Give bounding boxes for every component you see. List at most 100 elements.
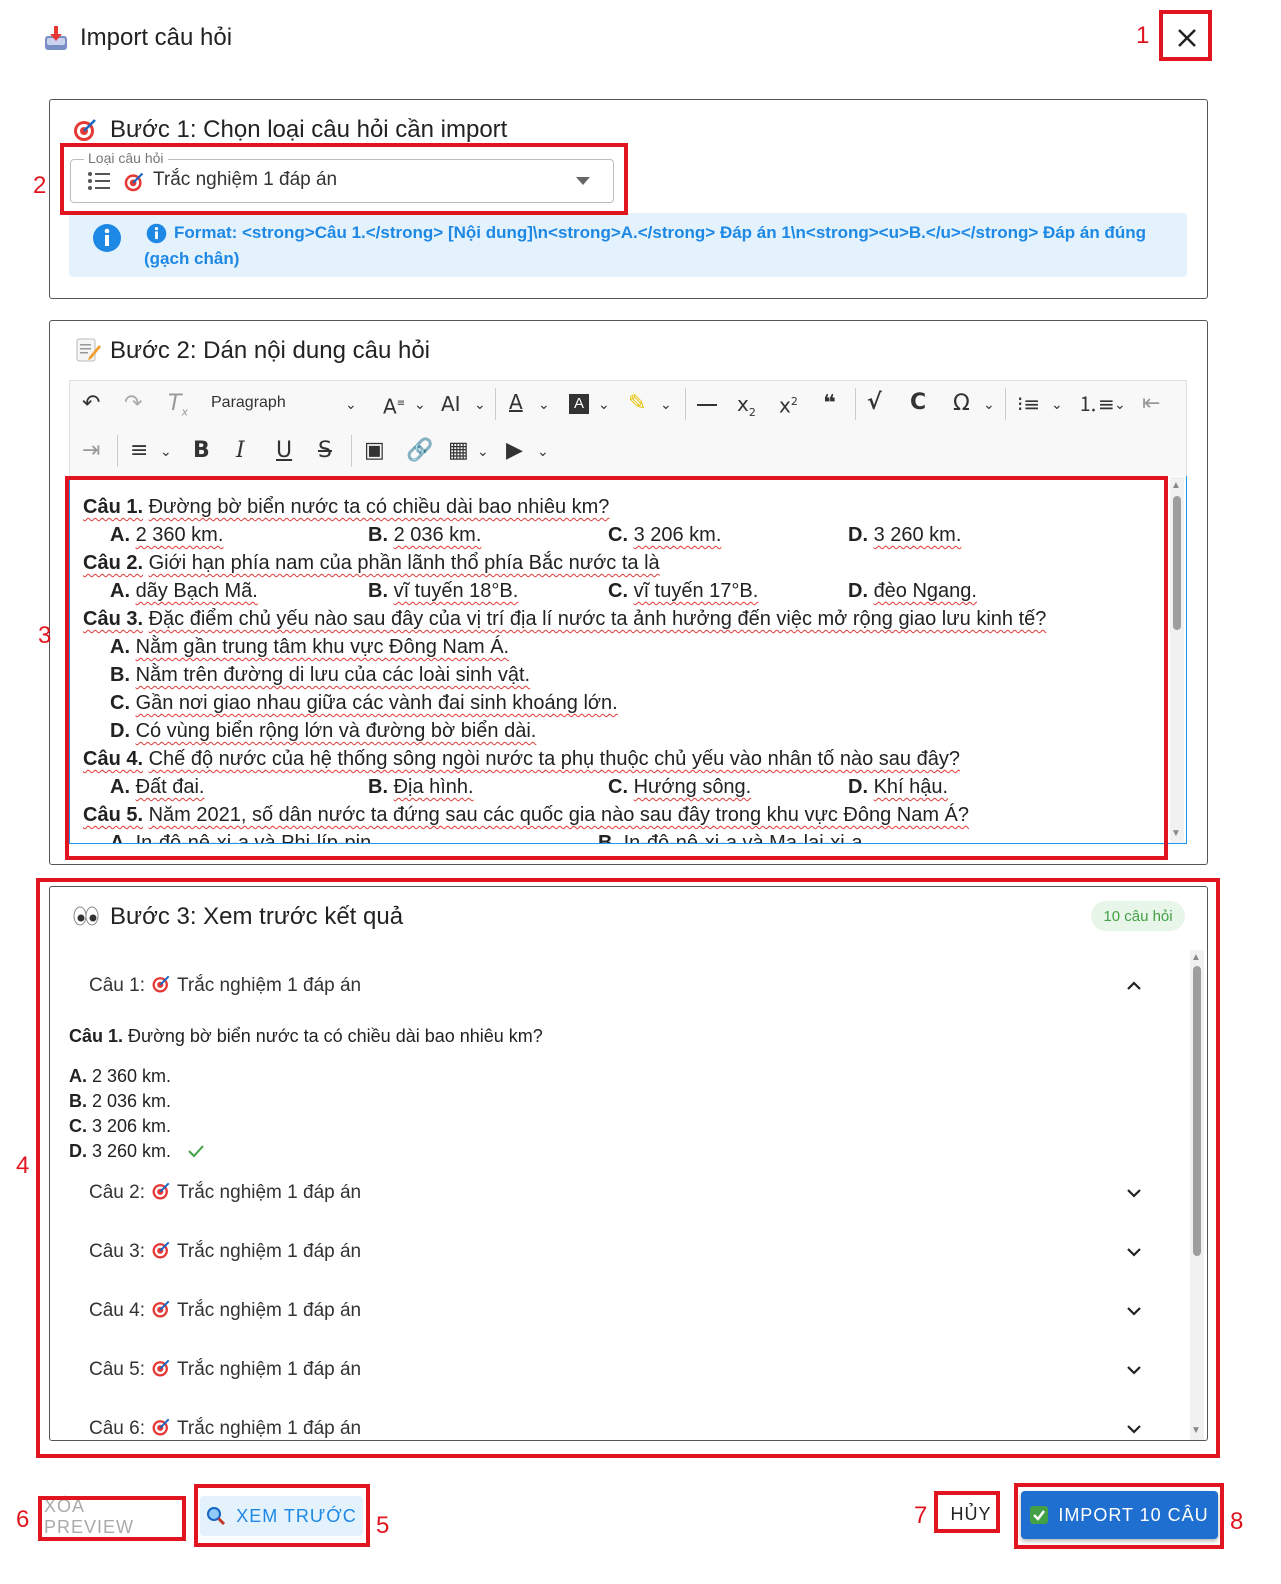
chevron-down-icon[interactable]: ⌄	[538, 393, 550, 417]
image-icon[interactable]: ▣	[364, 439, 385, 463]
table-icon[interactable]: ▦	[448, 439, 469, 463]
redo-icon[interactable]: ↷	[124, 392, 142, 416]
align-icon[interactable]: ≡	[130, 439, 148, 463]
question-editor[interactable]: Câu 1. Đường bờ biển nước ta có chiều dà…	[69, 476, 1187, 844]
chevron-down-icon[interactable]	[1124, 1242, 1144, 1262]
scroll-up-icon[interactable]: ▲	[1191, 952, 1201, 963]
highlight-icon[interactable]: ✎	[628, 392, 646, 416]
annotation-marker-2: 2	[33, 172, 47, 199]
editor-option: C. Gần nơi giao nhau giữa các vành đai s…	[110, 692, 618, 714]
step1-title: Bước 1: Chọn loại câu hỏi cần import	[110, 116, 508, 143]
chevron-down-icon[interactable]	[1124, 1419, 1144, 1439]
background-color-icon[interactable]: A	[569, 394, 589, 414]
font-family-icon[interactable]: AI	[441, 392, 461, 416]
subscript-icon[interactable]: x2	[737, 392, 756, 425]
toolbar-separator	[1005, 388, 1006, 420]
chevron-down-icon[interactable]: ⌄	[477, 440, 489, 464]
question-accordion-header[interactable]: Câu 3: Trắc nghiệm 1 đáp án	[89, 1240, 361, 1263]
special-char-icon[interactable]: Ω	[953, 392, 970, 416]
question-type-label: Loại câu hỏi	[84, 150, 168, 166]
editor-option: B. vĩ tuyến 18°B.	[368, 580, 519, 602]
close-icon[interactable]	[1176, 27, 1198, 49]
preview-answer: A. 2 360 km.	[69, 1066, 172, 1086]
chevron-down-icon[interactable]: ⌄	[1051, 393, 1063, 417]
preview-button-label: XEM TRƯỚC	[236, 1505, 357, 1526]
editor-option: A. dãy Bạch Mã.	[110, 580, 258, 602]
underline-button[interactable]: U	[276, 439, 292, 463]
question-accordion-header[interactable]: Câu 6: Trắc nghiệm 1 đáp án	[89, 1417, 361, 1440]
editor-question-line: Câu 2. Giới hạn phía nam của phần lãnh t…	[83, 552, 660, 574]
chevron-down-icon[interactable]: ⌄	[1114, 393, 1126, 417]
chevron-down-icon[interactable]: ⌄	[474, 393, 486, 417]
chevron-down-icon[interactable]	[1124, 1301, 1144, 1321]
cancel-button[interactable]: HỦY	[940, 1496, 1002, 1532]
indent-icon[interactable]: ⇥	[82, 439, 100, 463]
checkbox-icon	[1030, 1506, 1049, 1524]
editor-scrollbar-thumb[interactable]	[1173, 496, 1181, 630]
chevron-down-icon[interactable]: ⌄	[537, 440, 549, 464]
quote-icon[interactable]: ❝	[823, 392, 836, 416]
question-accordion-header[interactable]: Câu 5: Trắc nghiệm 1 đáp án	[89, 1358, 361, 1381]
annotation-marker-5: 5	[376, 1512, 390, 1539]
toolbar-separator	[495, 388, 496, 420]
chevron-down-icon[interactable]: ⌄	[983, 393, 995, 417]
undo-icon[interactable]: ↶	[82, 392, 100, 416]
bold-button[interactable]: B	[193, 439, 210, 463]
target-icon	[152, 1418, 170, 1436]
editor-option: D. Khí hậu.	[848, 776, 949, 798]
editor-question-line: Câu 3. Đặc điểm chủ yếu nào sau đây của …	[83, 608, 1047, 630]
strikethrough-button[interactable]: S	[318, 439, 332, 463]
step2-title: Bước 2: Dán nội dung câu hỏi	[110, 337, 431, 364]
dropdown-arrow-icon[interactable]	[576, 177, 590, 185]
link-icon[interactable]: 🔗	[406, 439, 433, 463]
import-button[interactable]: IMPORT 10 CÂU	[1021, 1491, 1218, 1539]
chevron-down-icon[interactable]: ⌄	[660, 393, 672, 417]
question-accordion-header[interactable]: Câu 4: Trắc nghiệm 1 đáp án	[89, 1299, 361, 1322]
clear-format-icon[interactable]: Tx	[168, 391, 188, 424]
preview-scrollbar-thumb[interactable]	[1193, 966, 1201, 1256]
close-button[interactable]	[1163, 14, 1211, 62]
font-color-icon[interactable]: A	[509, 390, 523, 414]
chevron-down-icon[interactable]: ⌄	[598, 393, 610, 417]
numbered-list-icon[interactable]: ⒈≡	[1078, 392, 1115, 416]
chevron-down-icon[interactable]: ⌄	[414, 393, 426, 417]
annotation-marker-7: 7	[914, 1502, 928, 1529]
media-icon[interactable]: ▶	[506, 439, 523, 463]
bullet-list-icon[interactable]: ⁝≡	[1017, 392, 1040, 416]
math-formula-icon[interactable]: √	[867, 391, 882, 415]
chevron-down-icon[interactable]	[1124, 1183, 1144, 1203]
horizontal-line-icon[interactable]	[697, 404, 717, 406]
chevron-down-icon[interactable]	[1124, 1360, 1144, 1380]
chevron-down-icon[interactable]: ⌄	[345, 393, 357, 417]
editor-option: C. vĩ tuyến 17°B.	[608, 580, 759, 602]
editor-option: B. Nằm trên đường di lưu của các loài si…	[110, 664, 531, 686]
toolbar-separator	[351, 435, 352, 467]
question-accordion-header[interactable]: Câu 1: Trắc nghiệm 1 đáp án	[89, 974, 361, 997]
question-prefix: Câu 5:	[89, 1359, 145, 1380]
chevron-down-icon[interactable]: ⌄	[160, 440, 172, 464]
question-type: Trắc nghiệm 1 đáp án	[176, 975, 362, 996]
preview-button[interactable]: XEM TRƯỚC	[200, 1496, 363, 1536]
annotation-marker-8: 8	[1230, 1508, 1244, 1535]
paragraph-dropdown[interactable]: Paragraph	[211, 394, 286, 412]
editor-question-line: Câu 5. Năm 2021, số dân nước ta đứng sau…	[83, 804, 970, 826]
outdent-icon[interactable]: ⇤	[1142, 392, 1160, 416]
scroll-up-icon[interactable]: ▲	[1171, 480, 1181, 491]
memo-icon	[76, 338, 101, 362]
superscript-icon[interactable]: x2	[779, 390, 798, 418]
font-size-icon[interactable]: A≡	[383, 392, 405, 419]
chevron-up-icon[interactable]	[1124, 976, 1144, 996]
scroll-down-icon[interactable]: ▼	[1191, 1425, 1201, 1436]
clear-preview-button[interactable]: XÓA PREVIEW	[44, 1496, 180, 1537]
editor-option: B. In-đô-nê-xi-a và Ma-lai-xi-a.	[598, 832, 869, 844]
toolbar-separator	[855, 388, 856, 420]
question-accordion-header[interactable]: Câu 2: Trắc nghiệm 1 đáp án	[89, 1181, 361, 1204]
annotation-marker-1: 1	[1136, 22, 1150, 49]
italic-button[interactable]: I	[236, 439, 245, 463]
target-icon	[152, 1359, 170, 1377]
annotation-marker-3: 3	[38, 622, 52, 649]
chem-formula-icon[interactable]: C	[910, 391, 926, 415]
scroll-down-icon[interactable]: ▼	[1171, 828, 1181, 839]
target-icon	[152, 975, 170, 993]
editor-question-line: Câu 4. Chế độ nước của hệ thống sông ngò…	[83, 748, 960, 770]
